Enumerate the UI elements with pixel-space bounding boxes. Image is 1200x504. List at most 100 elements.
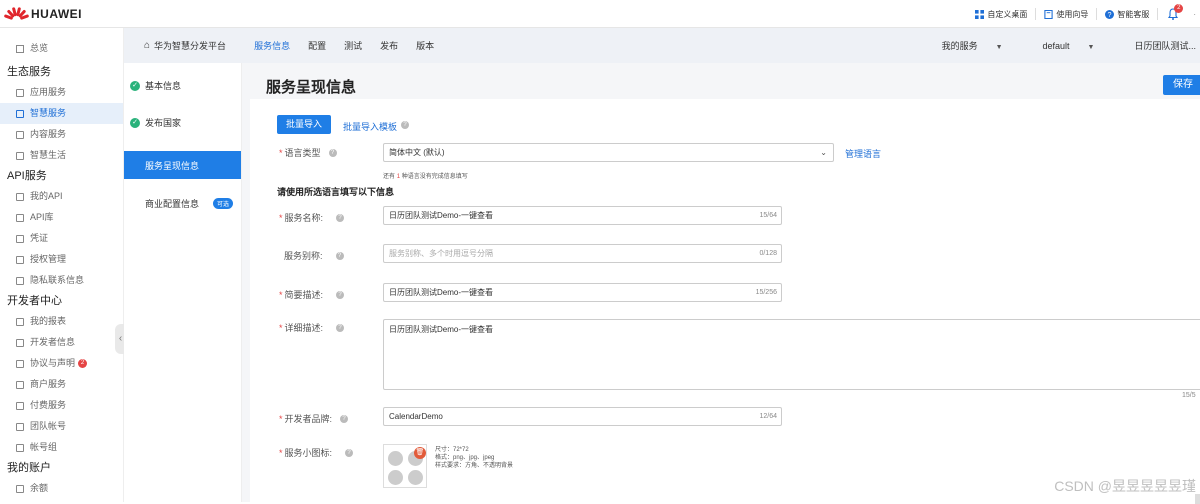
sidebar-item-label: 帐号组 — [30, 437, 57, 458]
service-name-input[interactable]: 日历团队测试Demo-一键查看15/64 — [383, 206, 782, 225]
help-icon[interactable]: ? — [345, 449, 353, 457]
label-text: 简要描述: — [285, 288, 324, 301]
sidebar-item[interactable]: 隐私联系信息 — [0, 270, 123, 291]
top-toolbar: 自定义桌面 使用向导 ? 智能客服 2 · — [967, 0, 1200, 28]
sidebar-item-label: 内容服务 — [30, 124, 66, 145]
language-select[interactable]: 简体中文 (默认)⌄ — [383, 143, 834, 162]
sidebar-item[interactable]: 我的报表 — [0, 311, 123, 332]
char-count: 0/128 — [759, 245, 777, 262]
detail-description-textarea[interactable]: 日历团队测试Demo-一键查看 — [383, 319, 1200, 390]
sidebar-item-label: API库 — [30, 207, 54, 228]
label-text: 服务别称: — [284, 249, 323, 262]
support-label: 智能客服 — [1117, 9, 1149, 20]
huawei-logo[interactable]: HUAWEI — [6, 6, 82, 22]
tab-test[interactable]: 测试 — [344, 39, 362, 52]
help-icon[interactable]: ? — [340, 415, 348, 423]
service-alias-label: 服务别称:? — [284, 249, 344, 262]
check-icon: ✓ — [130, 81, 140, 91]
custom-desktop-label: 自定义桌面 — [987, 9, 1027, 20]
sidebar-item[interactable]: 凭证 — [0, 228, 123, 249]
input-placeholder: 服务别称、多个时用逗号分隔 — [389, 249, 493, 258]
huawei-flower-icon — [6, 6, 26, 22]
sidebar-item[interactable]: 我的API — [0, 186, 123, 207]
batch-import-template-link[interactable]: 批量导入模板 — [343, 120, 397, 133]
sidebar-item[interactable]: 团队帐号 — [0, 416, 123, 437]
notification-badge: 2 — [1174, 4, 1183, 13]
service-alias-input[interactable]: 服务别称、多个时用逗号分隔 0/128 — [383, 244, 782, 263]
sidebar-item-label: 余额 — [30, 478, 48, 499]
step-commercial-config[interactable]: 商业配置信息 可选 — [124, 185, 241, 222]
save-button[interactable]: 保存 — [1163, 75, 1200, 95]
sidebar-item[interactable]: 授权管理 — [0, 249, 123, 270]
my-service-dropdown[interactable]: 我的服务▼ — [942, 39, 1003, 52]
sidebar-item[interactable]: 协议与声明2 — [0, 353, 123, 374]
sidebar-item[interactable]: 付费服务 — [0, 395, 123, 416]
batch-import-button[interactable]: 批量导入 — [277, 115, 331, 134]
sidebar-item[interactable]: API库 — [0, 207, 123, 228]
notice-count: 1 — [397, 174, 400, 180]
sidebar-item[interactable]: 智慧服务 — [0, 103, 123, 124]
sidebar-item-label: 凭证 — [30, 228, 48, 249]
divider — [1157, 8, 1158, 20]
developer-brand-input[interactable]: CalendarDemo12/64 — [383, 407, 782, 426]
book-icon — [1044, 10, 1053, 19]
sidebar-item[interactable]: 余额 — [0, 478, 123, 499]
tab-version[interactable]: 版本 — [416, 39, 434, 52]
manage-language-link[interactable]: 管理语言 — [845, 147, 881, 160]
sidebar-item-label: 团队帐号 — [30, 416, 66, 437]
tab-service-info[interactable]: 服务信息 — [254, 39, 290, 52]
tab-publish[interactable]: 发布 — [380, 39, 398, 52]
help-icon: ? — [1105, 10, 1114, 19]
step-label: 发布国家 — [145, 116, 181, 129]
sidebar-item-overview[interactable]: 总览 — [0, 38, 123, 59]
sidebar-item[interactable]: 内容服务 — [0, 124, 123, 145]
label-text: 开发者品牌: — [285, 412, 333, 425]
sidebar-item[interactable]: 帐号组 — [0, 437, 123, 458]
env-dropdown[interactable]: default▼ — [1043, 41, 1095, 51]
optional-tag: 可选 — [213, 198, 233, 209]
help-icon[interactable]: ? — [329, 149, 337, 157]
service-select[interactable]: 日历团队测试... — [1134, 39, 1196, 52]
home-icon — [16, 45, 24, 53]
notification-button[interactable]: 2 — [1167, 8, 1179, 20]
help-icon[interactable]: ? — [336, 214, 344, 222]
fill-hint: 请使用所选语言填写以下信息 — [277, 185, 394, 198]
step-label: 基本信息 — [145, 79, 181, 92]
sidebar-item[interactable]: 商户服务 — [0, 374, 123, 395]
brief-description-input[interactable]: 日历团队测试Demo-一键查看15/256 — [383, 283, 782, 302]
sub-navigation: ⌂ 华为智慧分发平台 服务信息 配置 测试 发布 版本 我的服务▼ defaul… — [124, 28, 1200, 63]
sidebar-section-title: 开发者中心 — [0, 291, 123, 311]
brand-name: HUAWEI — [31, 7, 82, 21]
char-count: 15/5 — [1182, 392, 1196, 399]
delete-icon[interactable]: 🗑 — [414, 447, 426, 459]
char-count: 15/64 — [759, 207, 777, 224]
tab-config[interactable]: 配置 — [308, 39, 326, 52]
guide-link[interactable]: 使用向导 — [1044, 9, 1088, 20]
sidebar-item[interactable]: 应用服务 — [0, 82, 123, 103]
detail-description-label: *详细描述:? — [279, 321, 344, 334]
subnav-right: 我的服务▼ default▼ 日历团队测试... — [942, 28, 1200, 63]
help-icon[interactable]: ? — [336, 252, 344, 260]
language-type-label: *语言类型? — [279, 146, 337, 159]
step-presentation-info[interactable]: 服务呈现信息 — [124, 151, 241, 179]
sidebar-item[interactable]: 智慧生活 — [0, 145, 123, 166]
step-publish-country[interactable]: ✓ 发布国家 — [124, 104, 241, 141]
top-bar: HUAWEI 自定义桌面 使用向导 ? 智能客服 2 · — [0, 0, 1200, 28]
help-icon[interactable]: ? — [336, 324, 344, 332]
help-icon[interactable]: ? — [336, 291, 344, 299]
support-link[interactable]: ? 智能客服 — [1105, 9, 1149, 20]
grid-icon — [975, 10, 984, 19]
sidebar-item[interactable]: 开发者信息 — [0, 332, 123, 353]
step-basic-info[interactable]: ✓ 基本信息 — [124, 67, 241, 104]
custom-desktop-link[interactable]: 自定义桌面 — [975, 9, 1027, 20]
more-menu[interactable]: · — [1193, 10, 1196, 19]
sidebar-section-title: API服务 — [0, 166, 123, 186]
input-value: 日历团队测试Demo-一键查看 — [389, 288, 493, 297]
platform-home-link[interactable]: ⌂ 华为智慧分发平台 — [144, 39, 226, 52]
sidebar-item-label: 开发者信息 — [30, 332, 75, 353]
api-icon — [16, 193, 24, 201]
input-value: CalendarDemo — [389, 412, 443, 421]
help-icon[interactable]: ? — [401, 121, 409, 129]
merchant-icon — [16, 381, 24, 389]
service-icon-upload[interactable]: 🗑 — [383, 444, 427, 488]
